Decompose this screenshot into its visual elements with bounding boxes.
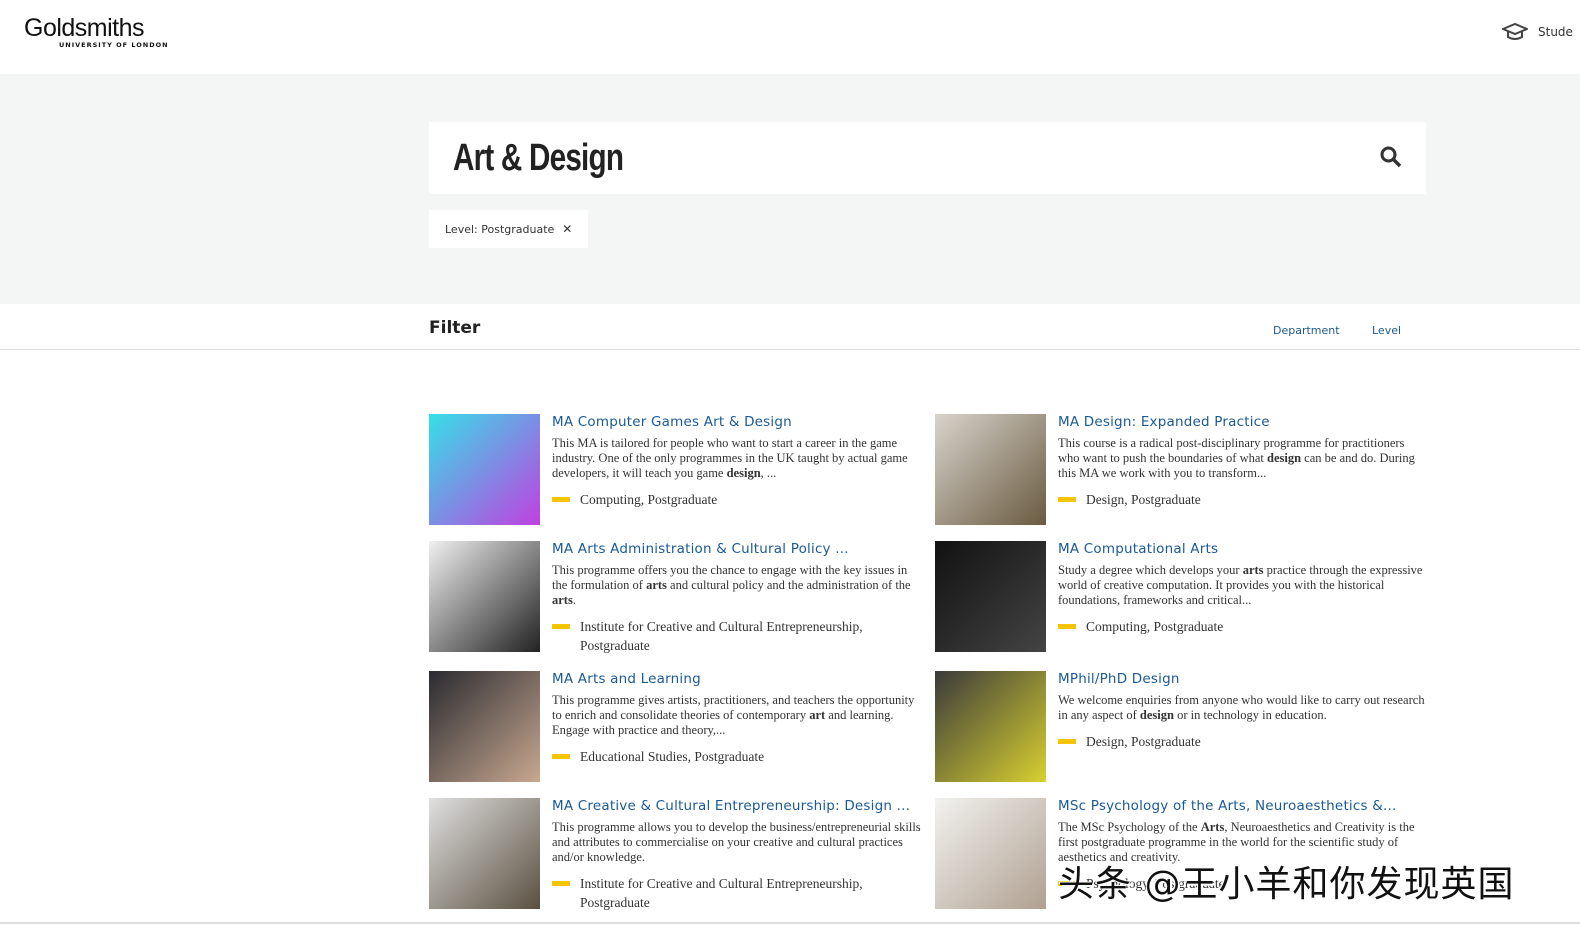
- tag-bar: [1058, 497, 1076, 502]
- course-results: MA Computer Games Art & Design This MA is…: [429, 414, 1429, 928]
- description-text: art: [809, 708, 826, 722]
- course-thumbnail[interactable]: [935, 414, 1046, 525]
- course-thumbnail[interactable]: [429, 798, 540, 909]
- course-title[interactable]: MA Creative & Cultural Entrepreneurship:…: [552, 798, 922, 814]
- description-text: arts: [1242, 563, 1264, 577]
- course-thumbnail[interactable]: [935, 671, 1046, 782]
- tag-bar: [1058, 739, 1076, 744]
- description-text: or in technology in education.: [1173, 708, 1327, 722]
- course-thumbnail[interactable]: [429, 541, 540, 652]
- course-card[interactable]: MA Arts and Learning This programme gives…: [429, 671, 935, 782]
- course-title[interactable]: MA Design: Expanded Practice: [1058, 414, 1428, 430]
- search-box: [429, 122, 1426, 194]
- course-card[interactable]: MA Design: Expanded Practice This course …: [935, 414, 1429, 525]
- course-description: Study a degree which develops your arts …: [1058, 563, 1428, 608]
- course-card[interactable]: MA Computational Arts Study a degree whic…: [935, 541, 1429, 655]
- active-filter-chip: Level: Postgraduate ✕: [429, 210, 589, 248]
- description-text: .: [572, 593, 576, 607]
- description-text: design: [1267, 451, 1302, 465]
- description-text: The MSc Psychology of the: [1058, 820, 1201, 834]
- search-hero: Level: Postgraduate ✕: [0, 74, 1580, 304]
- course-thumbnail[interactable]: [935, 541, 1046, 652]
- course-thumbnail[interactable]: [429, 414, 540, 525]
- course-card[interactable]: MA Computer Games Art & Design This MA is…: [429, 414, 935, 525]
- description-text: arts: [552, 593, 573, 607]
- tag-bar: [552, 624, 570, 629]
- goldsmiths-logo[interactable]: Goldsmiths UNIVERSITY OF LONDON: [24, 14, 169, 49]
- filter-title: Filter: [429, 318, 481, 338]
- filter-bar: Filter Department Level: [0, 304, 1580, 350]
- course-description: This programme offers you the chance to …: [552, 563, 922, 608]
- description-text: Arts: [1200, 820, 1225, 834]
- description-text: and cultural policy and the administrati…: [666, 578, 911, 592]
- course-tags: Design, Postgraduate: [1058, 732, 1388, 751]
- course-tags: Computing, Postgraduate: [1058, 617, 1388, 636]
- tag-bar: [552, 881, 570, 886]
- course-card[interactable]: MA Creative & Cultural Entrepreneurship:…: [429, 798, 935, 912]
- course-title[interactable]: MSc Psychology of the Arts, Neuroaesthet…: [1058, 798, 1428, 814]
- course-card[interactable]: MA Arts Administration & Cultural Policy…: [429, 541, 935, 655]
- course-title[interactable]: MA Arts Administration & Cultural Policy…: [552, 541, 922, 557]
- course-thumbnail[interactable]: [935, 798, 1046, 909]
- course-thumbnail[interactable]: [429, 671, 540, 782]
- tag-bar: [552, 754, 570, 759]
- course-tags: Institute for Creative and Cultural Entr…: [552, 617, 882, 655]
- course-title[interactable]: MPhil/PhD Design: [1058, 671, 1428, 687]
- course-description: We welcome enquiries from anyone who wou…: [1058, 693, 1428, 723]
- course-tags: Institute for Creative and Cultural Entr…: [552, 874, 882, 912]
- description-text: design: [726, 466, 761, 480]
- course-title[interactable]: MA Computational Arts: [1058, 541, 1428, 557]
- course-description: This MA is tailored for people who want …: [552, 436, 922, 481]
- tag-bar: [552, 497, 570, 502]
- description-text: , ...: [760, 466, 777, 480]
- course-title[interactable]: MA Arts and Learning: [552, 671, 922, 687]
- tag-bar: [1058, 624, 1076, 629]
- course-description: This course is a radical post-disciplina…: [1058, 436, 1428, 481]
- divider: [0, 922, 1580, 924]
- filter-department[interactable]: Department: [1273, 324, 1340, 337]
- watermark: 头条 @王小羊和你发现英国: [1058, 864, 1515, 905]
- course-tags: Design, Postgraduate: [1058, 490, 1388, 509]
- course-description: This programme allows you to develop the…: [552, 820, 922, 865]
- filter-level[interactable]: Level: [1372, 324, 1401, 337]
- description-text: design: [1139, 708, 1174, 722]
- graduation-cap-icon: [1502, 22, 1528, 40]
- course-card[interactable]: MPhil/PhD Design We welcome enquiries fro…: [935, 671, 1429, 782]
- remove-filter-icon[interactable]: ✕: [562, 222, 572, 236]
- search-input[interactable]: [453, 136, 1155, 180]
- site-header: Goldsmiths UNIVERSITY OF LONDON Stude: [0, 0, 1580, 74]
- description-text: This programme allows you to develop the…: [552, 820, 921, 864]
- search-icon[interactable]: [1380, 146, 1402, 168]
- description-text: Study a degree which develops your: [1058, 563, 1243, 577]
- course-tags: Computing, Postgraduate: [552, 490, 882, 509]
- course-title[interactable]: MA Computer Games Art & Design: [552, 414, 922, 430]
- course-tags: Educational Studies, Postgraduate: [552, 747, 882, 766]
- description-text: arts: [646, 578, 667, 592]
- student-link[interactable]: Stude: [1502, 22, 1573, 42]
- course-description: This programme gives artists, practition…: [552, 693, 922, 738]
